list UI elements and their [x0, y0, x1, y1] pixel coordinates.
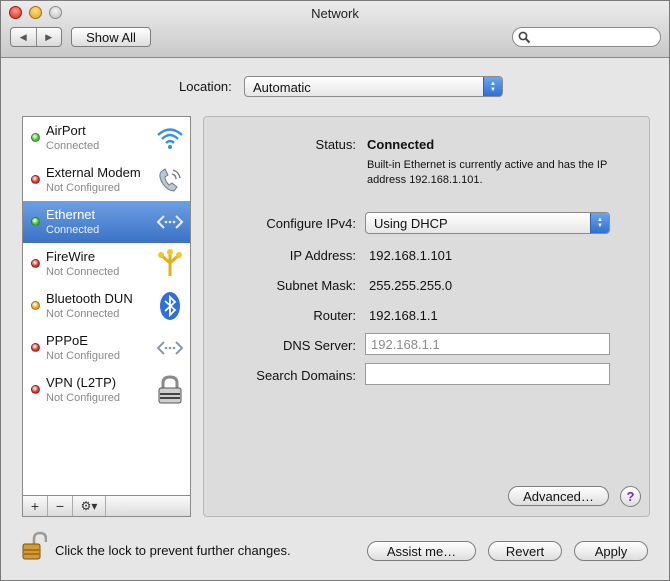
popup-arrows-icon: ▲ ▼ [483, 77, 502, 96]
location-popup[interactable]: Automatic ▲ ▼ [244, 76, 503, 97]
status-dot [31, 343, 40, 352]
dns-server-placeholder: 192.168.1.1 [371, 337, 440, 352]
lock-icon [158, 375, 182, 404]
title-bar: Network ◀ ▶ Show All [1, 1, 669, 58]
status-dot [31, 133, 40, 142]
add-service-button[interactable]: + [23, 496, 48, 516]
configure-ipv4-popup[interactable]: Using DHCP ▲ ▼ [365, 212, 610, 234]
bluetooth-icon [160, 292, 180, 320]
status-description: Built-in Ethernet is currently active an… [367, 159, 608, 186]
router-label: Router: [313, 308, 356, 323]
location-label: Location: [179, 79, 232, 94]
service-item-firewire[interactable]: FireWire Not Connected [23, 243, 190, 285]
service-status: Connected [46, 224, 100, 236]
show-all-button[interactable]: Show All [71, 27, 151, 47]
router-value: 192.168.1.1 [369, 308, 438, 323]
network-preferences-window: Network ◀ ▶ Show All Location: Automatic… [0, 0, 670, 581]
status-dot [31, 301, 40, 310]
back-forward-group: ◀ ▶ [10, 27, 62, 47]
subnet-mask-value: 255.255.255.0 [369, 278, 453, 293]
firewire-icon [158, 249, 182, 276]
service-name: FireWire [46, 249, 96, 264]
service-status: Not Connected [46, 308, 120, 320]
assist-me-button[interactable]: Assist me… [367, 541, 476, 561]
forward-button[interactable]: ▶ [35, 28, 62, 46]
status-dot [31, 175, 40, 184]
back-button[interactable]: ◀ [11, 28, 36, 46]
status-dot [31, 385, 40, 394]
service-item-ethernet[interactable]: Ethernet Connected [23, 201, 190, 243]
lock-icon[interactable] [21, 531, 47, 561]
service-name: AirPort [46, 123, 86, 138]
service-status: Not Configured [46, 350, 120, 362]
dns-server-field[interactable]: 192.168.1.1 [365, 333, 610, 355]
ip-address-label: IP Address: [289, 248, 356, 263]
configure-ipv4-label: Configure IPv4: [266, 216, 356, 231]
service-list-toolbar: + − ⚙▾ [22, 496, 191, 517]
service-status: Connected [46, 140, 100, 152]
service-status: Not Connected [46, 266, 120, 278]
remove-service-button[interactable]: − [48, 496, 73, 516]
service-name: PPPoE [46, 333, 88, 348]
search-icon [518, 31, 531, 44]
action-menu-button[interactable]: ⚙▾ [73, 496, 106, 516]
service-item-bluetooth-dun[interactable]: Bluetooth DUN Not Connected [23, 285, 190, 327]
service-name: External Modem [46, 165, 141, 180]
window-title: Network [311, 6, 359, 21]
service-name: Bluetooth DUN [46, 291, 133, 306]
advanced-button[interactable]: Advanced… [508, 486, 609, 506]
service-item-external-modem[interactable]: External Modem Not Configured [23, 159, 190, 201]
service-name: Ethernet [46, 207, 96, 222]
search-domains-field[interactable] [365, 363, 610, 385]
ip-address-value: 192.168.1.101 [369, 248, 453, 263]
status-value: Connected [367, 137, 435, 152]
pppoe-icon [156, 341, 184, 355]
service-name: VPN (L2TP) [46, 375, 117, 390]
ethernet-icon [156, 215, 184, 229]
location-value: Automatic [253, 80, 311, 95]
service-item-airport[interactable]: AirPort Connected [23, 117, 190, 159]
revert-button[interactable]: Revert [488, 541, 562, 561]
status-dot [31, 217, 40, 226]
service-status: Not Configured [46, 392, 120, 404]
search-field[interactable] [512, 27, 661, 47]
wifi-icon [157, 128, 183, 149]
dns-server-label: DNS Server: [283, 338, 356, 353]
service-item-pppoe[interactable]: PPPoE Not Configured [23, 327, 190, 369]
search-domains-label: Search Domains: [256, 368, 356, 383]
configure-ipv4-value: Using DHCP [374, 216, 448, 231]
service-status: Not Configured [46, 182, 120, 194]
lock-message: Click the lock to prevent further change… [55, 543, 291, 558]
service-list[interactable]: AirPort Connected External Modem Not Con… [22, 116, 191, 496]
popup-arrows-icon: ▲ ▼ [590, 213, 609, 233]
status-label: Status: [315, 137, 356, 152]
service-item-vpn[interactable]: VPN (L2TP) Not Configured [23, 369, 190, 411]
phone-icon [159, 168, 181, 192]
apply-button[interactable]: Apply [574, 541, 648, 561]
subnet-mask-label: Subnet Mask: [276, 278, 357, 293]
help-button[interactable]: ? [620, 486, 641, 507]
status-dot [31, 259, 40, 268]
